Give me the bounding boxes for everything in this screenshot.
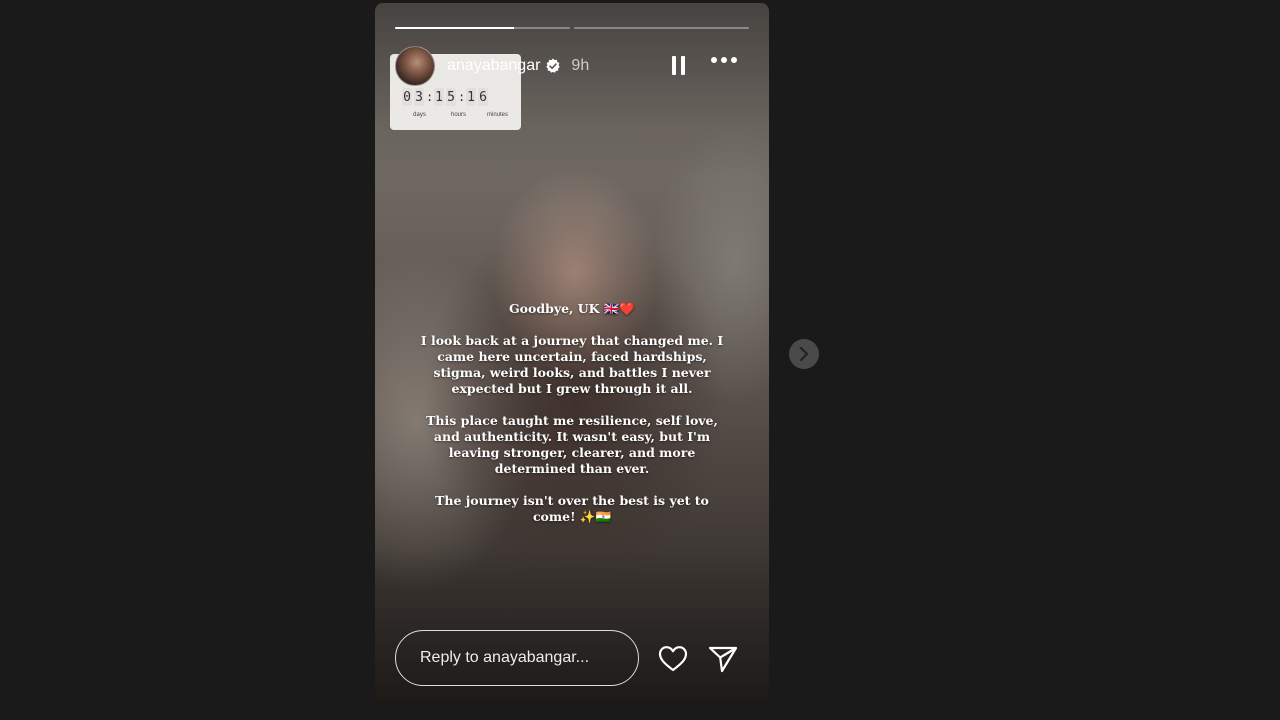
countdown-unit-hours: hours xyxy=(450,112,466,118)
story-viewer[interactable]: 0 3 : 1 5 : 1 6 days hours minutes anaya… xyxy=(375,3,769,705)
caption-paragraph: The journey isn't over the best is yet t… xyxy=(435,493,709,524)
story-header: anayabangar 9h xyxy=(395,46,749,86)
pause-button[interactable] xyxy=(672,56,685,75)
countdown-unit-minutes: minutes xyxy=(486,112,508,118)
caption-paragraph: Goodbye, UK 🇬🇧❤️ xyxy=(509,301,635,316)
countdown-digit: 1 xyxy=(434,88,444,106)
countdown-digit: 0 xyxy=(402,88,412,106)
countdown-digit: 6 xyxy=(478,88,488,106)
more-options-icon xyxy=(731,57,737,63)
more-options-icon xyxy=(721,57,727,63)
caption-paragraph: I look back at a journey that changed me… xyxy=(420,333,724,396)
countdown-digit: 3 xyxy=(414,88,424,106)
avatar[interactable] xyxy=(395,46,435,86)
more-options-button[interactable] xyxy=(711,57,737,63)
countdown-digit: 5 xyxy=(446,88,456,106)
next-story-button[interactable] xyxy=(789,339,819,369)
pause-icon xyxy=(681,56,685,75)
reply-bar xyxy=(395,630,749,686)
progress-segment xyxy=(395,27,570,29)
story-caption: Goodbye, UK 🇬🇧❤️ I look back at a journe… xyxy=(415,301,729,541)
countdown-unit-days: days xyxy=(413,112,426,118)
progress-fill xyxy=(395,27,514,29)
progress-segment xyxy=(574,27,749,29)
username-link[interactable]: anayabangar xyxy=(447,57,540,75)
caption-paragraph: This place taught me resilience, self lo… xyxy=(426,413,718,476)
countdown-separator: : xyxy=(426,90,434,104)
countdown-units: days hours minutes xyxy=(400,112,517,118)
countdown-separator: : xyxy=(458,90,466,104)
pause-icon xyxy=(672,56,676,75)
countdown-digits: 0 3 : 1 5 : 1 6 xyxy=(402,88,488,106)
more-options-icon xyxy=(711,57,717,63)
countdown-digit: 1 xyxy=(466,88,476,106)
heart-icon[interactable] xyxy=(658,645,688,678)
story-progress-bar xyxy=(395,27,749,29)
verified-badge-icon xyxy=(545,58,561,74)
reply-input[interactable] xyxy=(395,630,639,686)
post-time: 9h xyxy=(571,57,590,74)
chevron-right-icon xyxy=(799,347,809,361)
send-icon[interactable] xyxy=(708,645,738,678)
